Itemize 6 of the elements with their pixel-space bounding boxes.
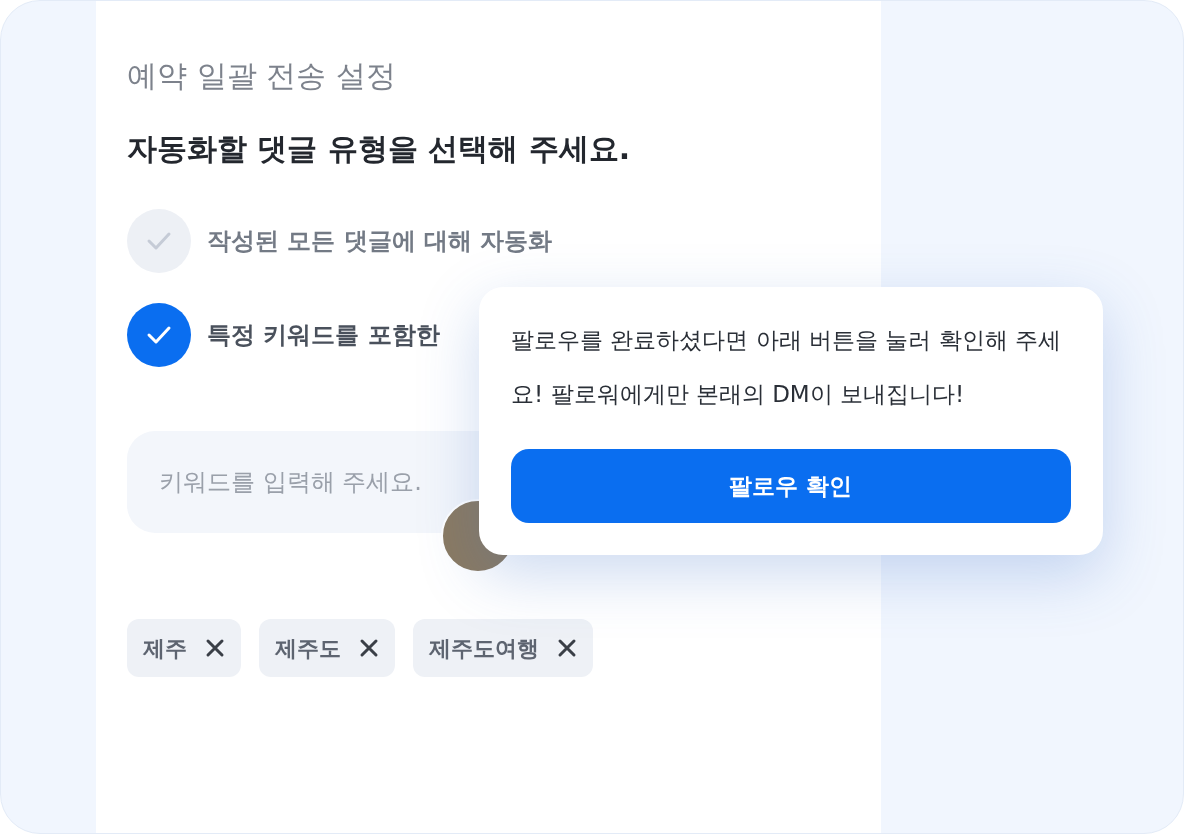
question-heading: 자동화할 댓글 유형을 선택해 주세요. bbox=[127, 130, 632, 168]
tag-label: 제주도 bbox=[275, 634, 341, 663]
popup-message: 팔로우를 완료하셨다면 아래 버튼을 눌러 확인해 주세요! 팔로워에게만 본래의 DM이 보내집니다! bbox=[511, 326, 1062, 409]
tag-label: 제주도여행 bbox=[429, 634, 539, 663]
panel-title: 예약 일괄 전송 설정 bbox=[127, 57, 397, 95]
tag-label: 제주 bbox=[143, 634, 187, 663]
